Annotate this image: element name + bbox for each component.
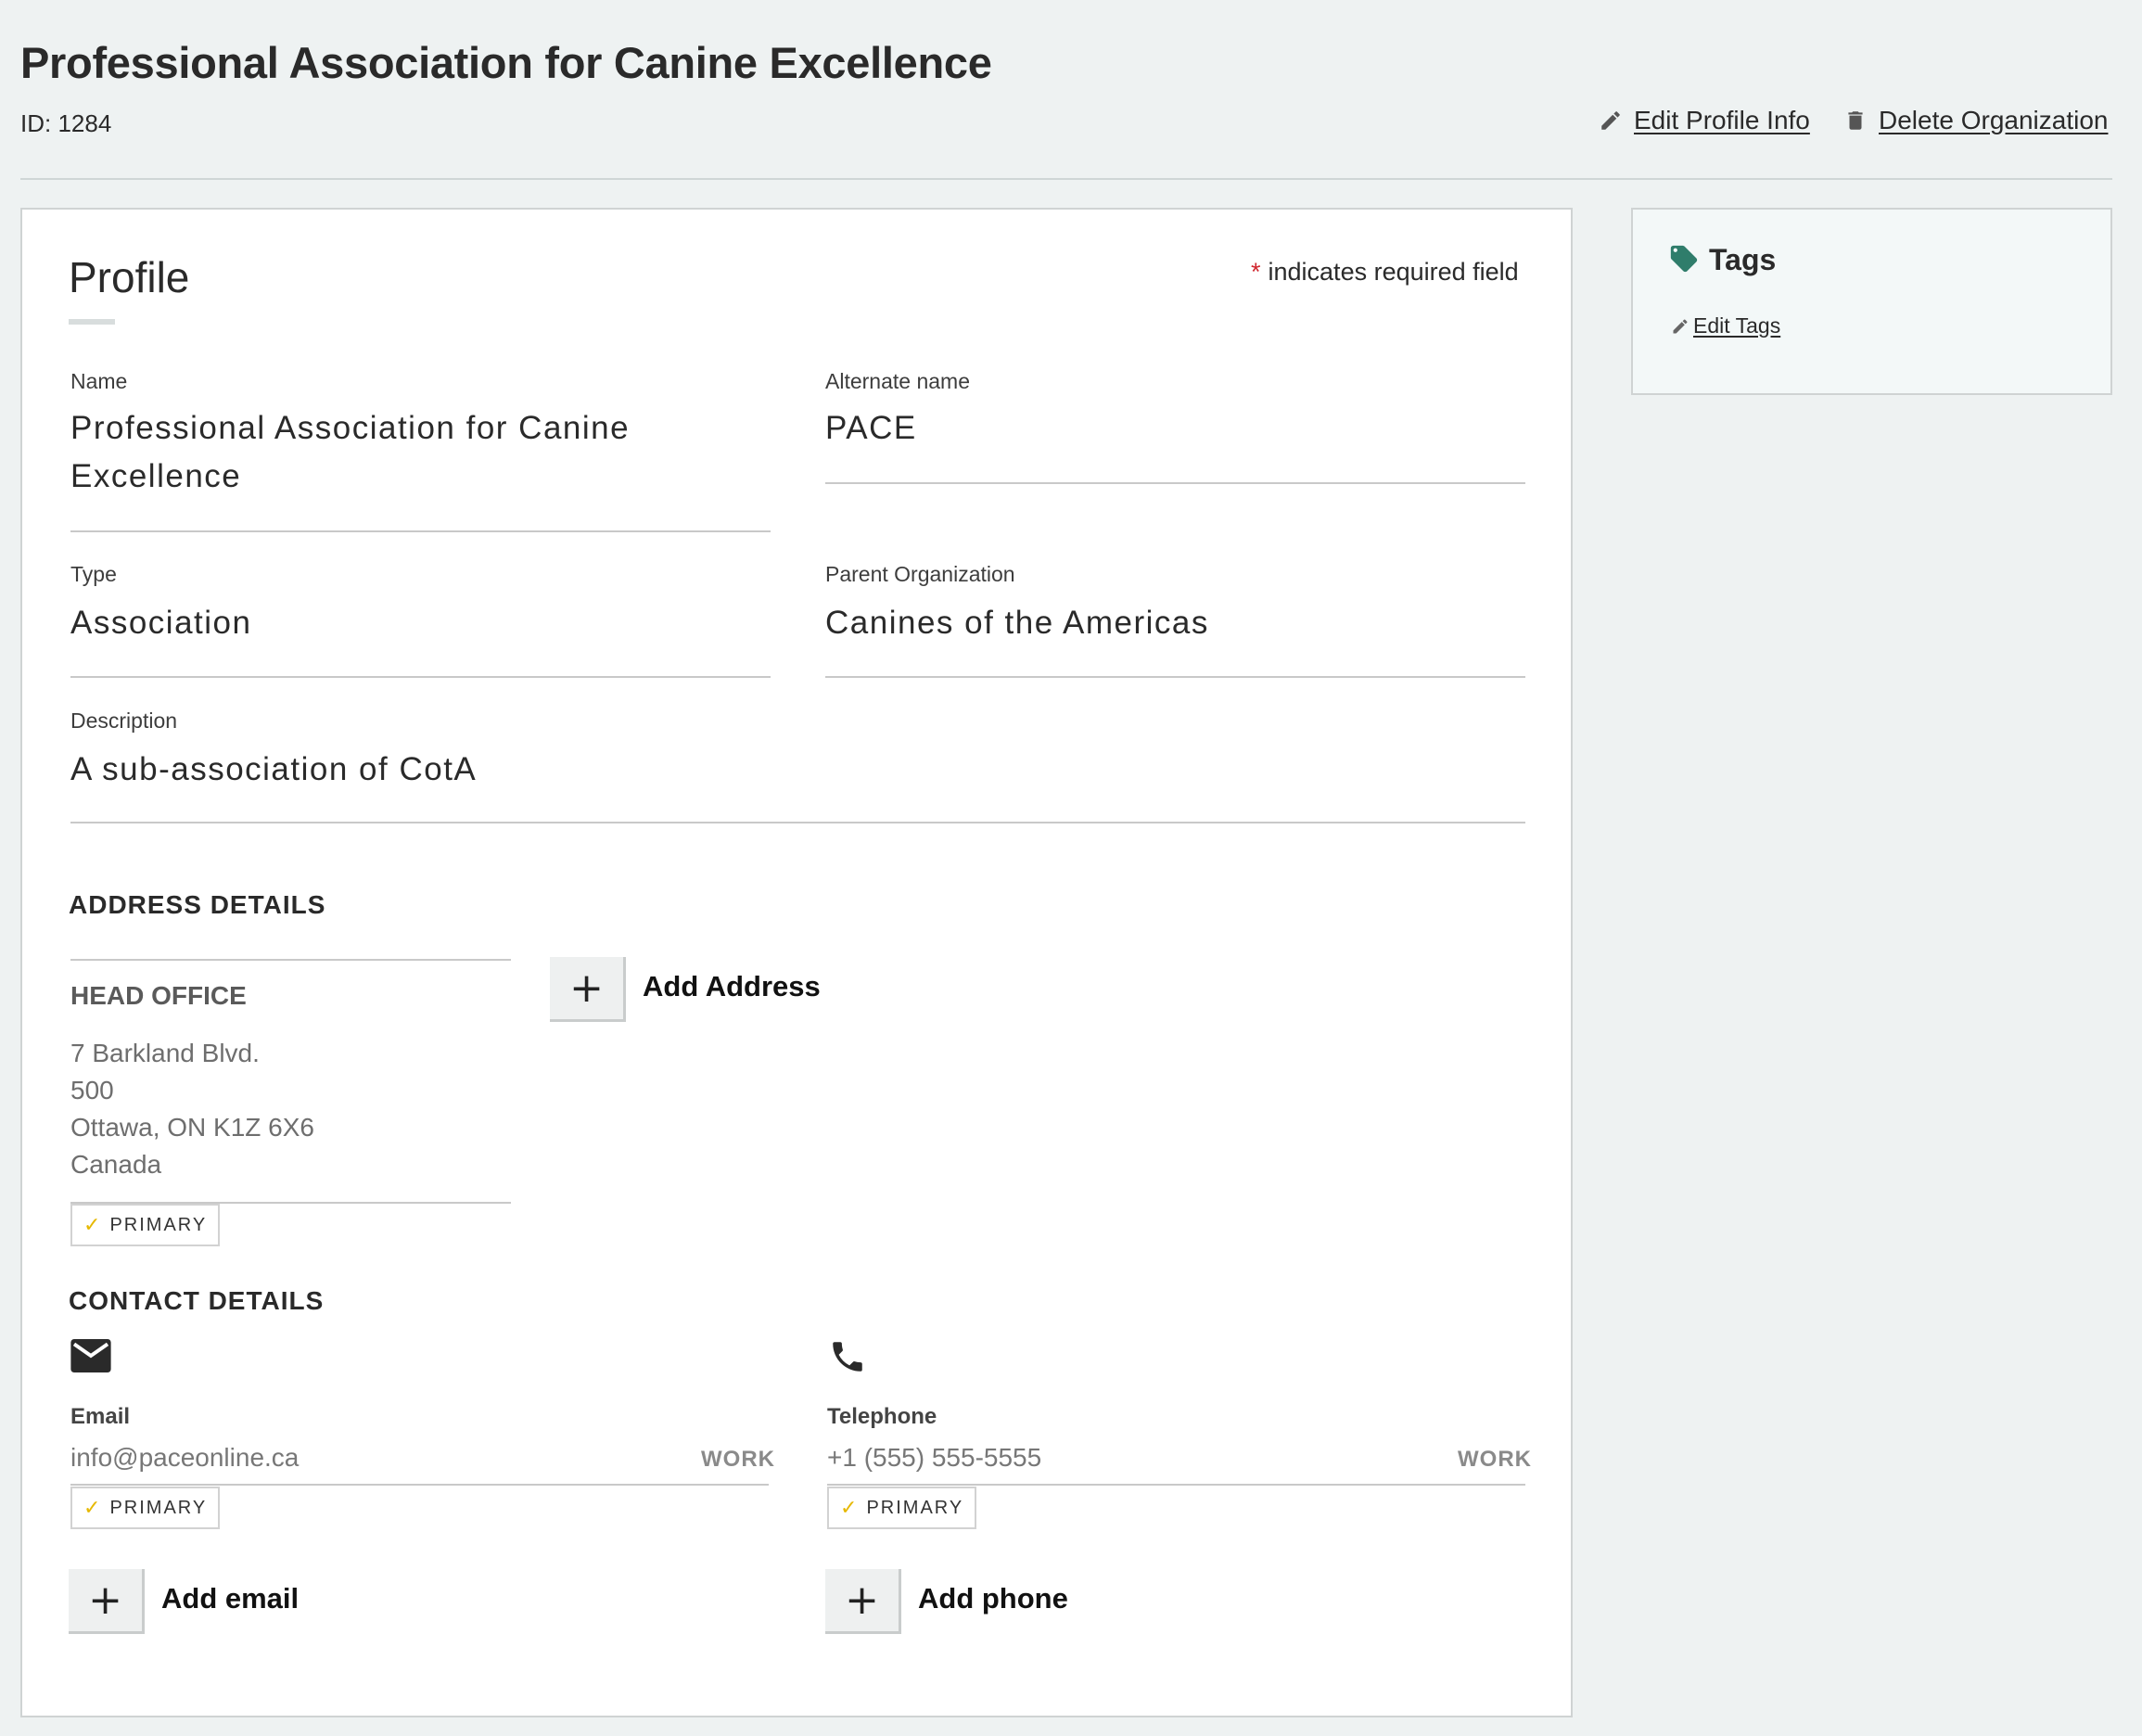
title-underline — [69, 319, 115, 325]
address-details-heading: ADDRESS DETAILS — [69, 890, 326, 919]
address-line-3: Ottawa, ON K1Z 6X6 — [70, 1113, 314, 1142]
alternate-name-label: Alternate name — [825, 369, 970, 393]
address-name: HEAD OFFICE — [70, 981, 247, 1010]
name-value[interactable]: Professional Association for Canine Exce… — [70, 404, 738, 501]
delete-organization-link[interactable]: Delete Organization — [1843, 106, 2108, 135]
parent-organization-field-underline — [825, 676, 1525, 678]
name-field-underline — [70, 530, 771, 532]
add-phone-button[interactable]: + — [825, 1569, 901, 1634]
check-icon: ✓ — [840, 1496, 860, 1519]
edit-profile-link[interactable]: Edit Profile Info — [1599, 106, 1810, 135]
add-address-label[interactable]: Add Address — [643, 970, 821, 1003]
name-value-line-2: Excellence — [70, 458, 242, 494]
contact-details-heading: CONTACT DETAILS — [69, 1286, 325, 1315]
description-value[interactable]: A sub-association of CotA — [70, 746, 477, 794]
alternate-name-field-underline — [825, 482, 1525, 484]
address-primary-label: PRIMARY — [109, 1214, 208, 1235]
email-kind: WORK — [701, 1447, 775, 1472]
telephone-kind: WORK — [1458, 1447, 1532, 1472]
address-line-4: Canada — [70, 1150, 162, 1179]
address-card-top-line — [70, 959, 511, 961]
add-email-label[interactable]: Add email — [161, 1582, 299, 1615]
description-field-underline — [70, 822, 1525, 823]
tags-title: Tags — [1709, 243, 1777, 276]
telephone-underline — [827, 1484, 1525, 1486]
description-label: Description — [70, 708, 178, 733]
telephone-label: Telephone — [827, 1404, 937, 1429]
email-value[interactable]: info@paceonline.ca — [70, 1443, 299, 1473]
address-primary-badge: ✓ PRIMARY — [70, 1204, 221, 1246]
pencil-icon — [1673, 318, 1688, 333]
type-value[interactable]: Association — [70, 599, 251, 647]
delete-organization-label: Delete Organization — [1879, 106, 2109, 134]
email-underline — [70, 1484, 769, 1486]
pencil-icon — [1601, 111, 1620, 130]
required-note-text: indicates required field — [1268, 258, 1519, 286]
parent-organization-label: Parent Organization — [825, 562, 1015, 586]
alternate-name-value[interactable]: PACE — [825, 404, 917, 453]
parent-organization-value[interactable]: Canines of the Americas — [825, 599, 1209, 647]
tag-icon — [1670, 245, 1698, 273]
edit-tags-label: Edit Tags — [1693, 313, 1781, 338]
edit-tags-link[interactable]: Edit Tags — [1671, 313, 1780, 338]
required-field-note: * indicates required field — [1251, 258, 1519, 287]
add-address-button[interactable]: + — [550, 957, 626, 1022]
telephone-primary-label: PRIMARY — [866, 1497, 964, 1518]
required-star: * — [1251, 258, 1261, 286]
organization-id: ID: 1284 — [20, 109, 112, 137]
address-line-2: 500 — [70, 1076, 114, 1104]
edit-profile-label: Edit Profile Info — [1634, 106, 1810, 134]
check-icon: ✓ — [83, 1496, 103, 1519]
name-value-line-1: Professional Association for Canine — [70, 410, 631, 446]
header-divider — [20, 178, 2112, 180]
email-label: Email — [70, 1404, 131, 1429]
type-label: Type — [70, 562, 117, 586]
check-icon: ✓ — [83, 1213, 103, 1236]
add-phone-label[interactable]: Add phone — [918, 1582, 1068, 1615]
address-line-1: 7 Barkland Blvd. — [70, 1039, 260, 1067]
email-primary-label: PRIMARY — [109, 1497, 208, 1518]
telephone-primary-badge: ✓ PRIMARY — [827, 1487, 977, 1529]
tags-card — [1631, 208, 2112, 395]
phone-icon — [833, 1342, 862, 1372]
email-primary-badge: ✓ PRIMARY — [70, 1487, 221, 1529]
page-title: Professional Association for Canine Exce… — [20, 38, 992, 87]
telephone-value[interactable]: +1 (555) 555-5555 — [827, 1443, 1041, 1473]
envelope-icon — [70, 1339, 111, 1372]
name-label: Name — [70, 369, 128, 393]
type-field-underline — [70, 676, 771, 678]
trash-icon — [1848, 111, 1863, 130]
profile-section-title: Profile — [69, 253, 190, 301]
add-email-button[interactable]: + — [69, 1569, 145, 1634]
